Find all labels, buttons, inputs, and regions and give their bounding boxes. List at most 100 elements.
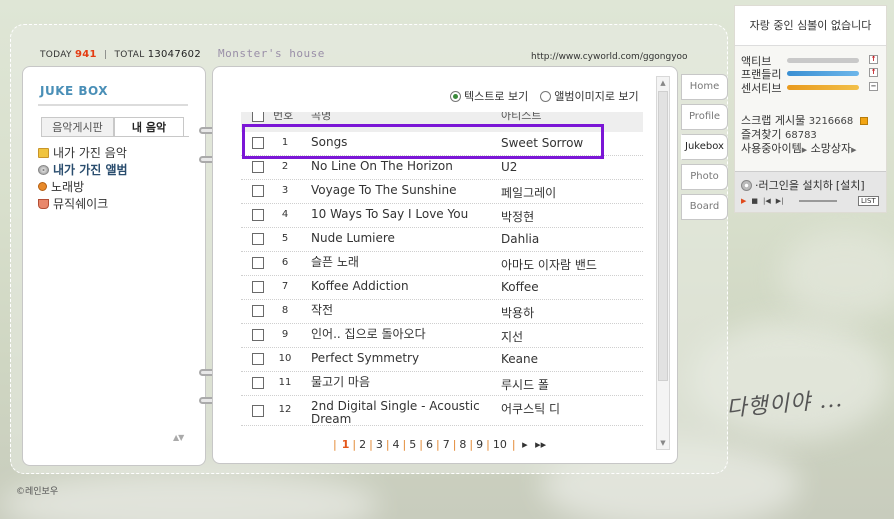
scroll-thumb[interactable] [658,91,668,381]
menu-karaoke[interactable]: 노래방 [38,178,128,195]
mood-up-icon[interactable]: ↑ [869,68,878,77]
tab-music-board[interactable]: 음악게시판 [41,117,114,137]
last-page-button[interactable]: ▸▸ [535,438,546,451]
song-title[interactable]: 10 Ways To Say I Love You [311,208,496,221]
mood-minus-icon[interactable]: − [869,82,878,91]
page-link[interactable]: 4 [393,438,400,451]
song-checkbox[interactable] [252,185,264,197]
page-link[interactable]: 2 [359,438,366,451]
song-row[interactable]: 11 물고기 마음 루시드 폴 [241,372,643,396]
song-checkbox[interactable] [252,353,264,365]
scroll-arrows-icon[interactable]: ▲▼ [173,433,184,442]
prev-icon[interactable]: |◀ [763,197,771,205]
song-artist[interactable]: 박용하 [501,304,534,321]
jukebox-menu: 내가 가진 음악 내가 가진 앨범 노래방 뮤직쉐이크 [38,144,128,212]
page-link[interactable]: 1 [342,438,350,451]
song-checkbox[interactable] [252,257,264,269]
song-checkbox[interactable] [252,233,264,245]
song-checkbox[interactable] [252,161,264,173]
scrap-icon[interactable] [859,117,868,125]
song-row[interactable]: 8 작전 박용하 [241,300,643,324]
song-artist[interactable]: 지선 [501,328,523,345]
page-link[interactable]: 6 [426,438,433,451]
song-artist[interactable]: Koffee [501,280,539,294]
song-artist[interactable]: 아마도 이자람 밴드 [501,256,597,273]
scroll-up-icon[interactable]: ▲ [657,77,669,89]
song-checkbox[interactable] [252,377,264,389]
items-in-use-link[interactable]: 사용중아이템 [741,142,802,155]
song-row[interactable]: 7 Koffee Addiction Koffee [241,276,643,300]
song-checkbox[interactable] [252,329,264,341]
song-checkbox[interactable] [252,305,264,317]
install-plugin-button[interactable]: [설치] [836,177,865,193]
copyright-mark: ©레인보우 [16,487,59,497]
song-row[interactable]: 10 Perfect Symmetry Keane [241,348,643,372]
album-view-option[interactable]: 앨범이미지로 보기 [540,88,639,104]
song-title[interactable]: 물고기 마음 [311,376,496,389]
home-title[interactable]: Monster's house [218,47,325,60]
song-title[interactable]: Nude Lumiere [311,232,496,245]
song-checkbox[interactable] [252,209,264,221]
song-row[interactable]: 3 Voyage To The Sunshine 페일그레이 [241,180,643,204]
menu-music-shake[interactable]: 뮤직쉐이크 [38,195,128,212]
tab-my-music[interactable]: 내 음악 [114,117,184,137]
page-link[interactable]: 5 [409,438,416,451]
radio-album-view[interactable] [540,91,552,102]
volume-slider[interactable] [798,200,837,202]
next-page-button[interactable]: ▸ [522,438,528,451]
radio-text-view[interactable] [450,91,461,102]
page-link[interactable]: 8 [459,438,466,451]
tab-photo[interactable]: Photo [681,164,728,190]
song-checkbox[interactable] [252,281,264,293]
song-row[interactable]: 9 인어.. 집으로 돌아오다 지선 [241,324,643,348]
song-artist[interactable]: 박정현 [501,208,534,225]
select-all-checkbox[interactable] [252,112,264,122]
menu-my-songs[interactable]: 내가 가진 음악 [38,144,128,161]
song-list-scrollbar[interactable]: ▲ ▼ [656,76,670,450]
song-artist[interactable]: Sweet Sorrow [501,136,583,150]
song-title[interactable]: 인어.. 집으로 돌아오다 [311,328,496,341]
song-title[interactable]: 2nd Digital Single - Acoustic Dream [311,400,496,426]
song-row[interactable]: 12 2nd Digital Single - Acoustic Dream 어쿠스… [241,396,643,426]
mood-friendly-bar [787,71,859,76]
music-player: ·러그인을 설치하 [설치] ▶ ■ |◀ ▶| LIST [735,171,886,212]
song-row[interactable]: 2 No Line On The Horizon U2 [241,156,643,180]
song-title[interactable]: No Line On The Horizon [311,160,496,173]
page-link[interactable]: 10 [493,438,507,451]
home-url[interactable]: http://www.cyworld.com/ggongyoo [531,52,688,62]
song-row[interactable]: 6 슬픈 노래 아마도 이자람 밴드 [241,252,643,276]
song-row[interactable]: 1 Songs Sweet Sorrow [241,132,643,156]
song-title[interactable]: 작전 [311,304,496,317]
song-artist[interactable]: 루시드 폴 [501,376,549,393]
page-link[interactable]: 7 [443,438,450,451]
menu-my-albums[interactable]: 내가 가진 앨범 [38,161,128,178]
song-artist[interactable]: Dahlia [501,232,539,246]
song-title[interactable]: Voyage To The Sunshine [311,184,496,197]
song-artist[interactable]: U2 [501,160,517,174]
tab-profile[interactable]: Profile [681,104,728,130]
text-view-option[interactable]: 텍스트로 보기 [450,88,528,104]
play-icon[interactable]: ▶ [741,197,746,205]
page-link[interactable]: 9 [476,438,483,451]
song-title[interactable]: Perfect Symmetry [311,352,496,365]
stop-icon[interactable]: ■ [751,197,758,205]
song-title[interactable]: Songs [311,136,496,149]
tab-board[interactable]: Board [681,194,728,220]
song-artist[interactable]: 어쿠스틱 디 [501,400,560,417]
page-link[interactable]: 3 [376,438,383,451]
song-row[interactable]: 4 10 Ways To Say I Love You 박정현 [241,204,643,228]
song-artist[interactable]: Keane [501,352,538,366]
wish-box-link[interactable]: 소망상자 [811,142,851,155]
song-table: 번호 곡명 아티스트 1 Songs Sweet Sorrow 2 No Line On… [241,112,643,426]
song-row[interactable]: 5 Nude Lumiere Dahlia [241,228,643,252]
song-title[interactable]: Koffee Addiction [311,280,496,293]
next-icon[interactable]: ▶| [776,197,784,205]
song-title[interactable]: 슬픈 노래 [311,256,496,269]
mood-up-icon[interactable]: ↑ [869,55,878,64]
playlist-button[interactable]: LIST [858,196,879,206]
tab-jukebox[interactable]: Jukebox [681,134,728,160]
tab-home[interactable]: Home [681,74,728,100]
song-artist[interactable]: 페일그레이 [501,184,556,201]
song-checkbox[interactable] [252,405,264,417]
song-checkbox[interactable] [252,137,264,149]
